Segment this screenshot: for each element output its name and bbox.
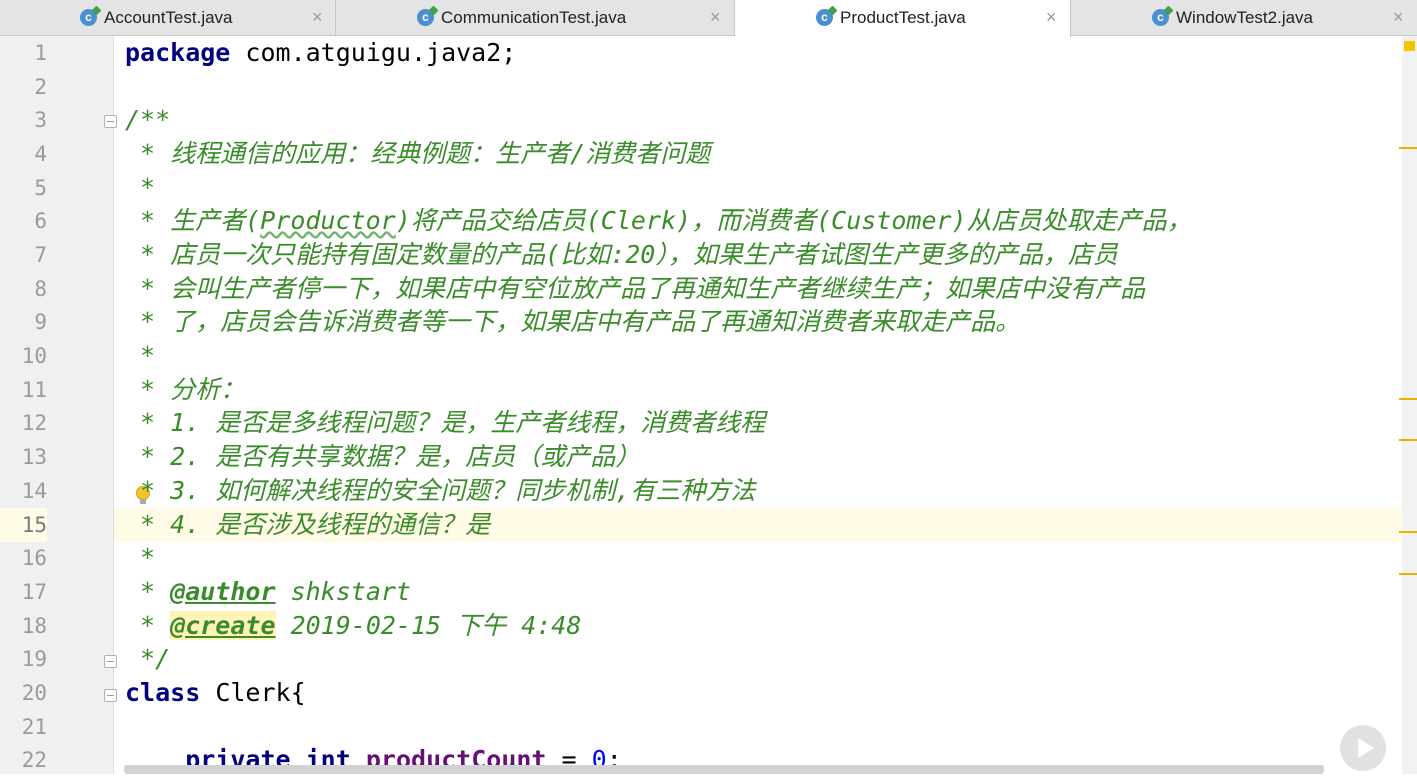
- line-number: 20: [21, 681, 47, 705]
- line-number: 6: [34, 209, 47, 233]
- line-number: 8: [34, 277, 47, 301]
- comment-text: 2019-02-15 下午 4:48: [275, 611, 582, 640]
- code-line-11[interactable]: * 分析：: [125, 373, 245, 407]
- line-number: 2: [34, 75, 47, 99]
- code-line-16[interactable]: *: [125, 541, 155, 575]
- java-class-icon: c: [80, 9, 97, 26]
- comment-text: *: [125, 577, 171, 606]
- javadoc-tag: @create: [170, 611, 276, 640]
- line-number: 10: [21, 344, 47, 368]
- tab-label: ProductTest.java: [840, 8, 966, 27]
- line-number: 13: [21, 445, 47, 469]
- keyword: class: [125, 678, 201, 707]
- fold-toggle-icon[interactable]: [104, 689, 117, 702]
- line-number: 17: [21, 580, 47, 604]
- code-line-14[interactable]: * 3. 如何解决线程的安全问题？同步机制,有三种方法: [125, 474, 755, 508]
- code-line-15[interactable]: * 4. 是否涉及线程的通信？是: [125, 508, 490, 542]
- line-number: 19: [21, 647, 47, 671]
- line-number: 4: [34, 142, 47, 166]
- line-number: 7: [34, 243, 47, 267]
- tab-label: WindowTest2.java: [1176, 8, 1314, 27]
- line-number-gutter[interactable]: 1 2 3 4 5 6 7 8 9 10 11 12 13 14 15 16 1…: [0, 36, 114, 774]
- comment-text: shkstart: [275, 577, 411, 606]
- line-number: 16: [21, 546, 47, 570]
- comment-text: *: [125, 611, 171, 640]
- close-icon[interactable]: ×: [1393, 7, 1404, 28]
- warning-stripe-mark[interactable]: [1399, 439, 1417, 441]
- java-class-icon: c: [816, 9, 833, 26]
- warning-stripe-mark[interactable]: [1399, 147, 1417, 149]
- code-line-17[interactable]: * @author shkstart: [125, 575, 411, 609]
- fold-toggle-icon[interactable]: [104, 655, 117, 668]
- line-number: 18: [21, 614, 47, 638]
- code-line-10[interactable]: *: [125, 339, 155, 373]
- inspection-status-icon[interactable]: [1404, 41, 1415, 51]
- code-line-9[interactable]: * 了，店员会告诉消费者等一下，如果店中有产品了再通知消费者来取走产品。: [125, 305, 1020, 339]
- code-line-6[interactable]: * 生产者(Productor)将产品交给店员(Clerk)，而消费者(Cust…: [125, 204, 1192, 238]
- line-number: 12: [21, 411, 47, 435]
- code-line-1[interactable]: package com.atguigu.java2;: [125, 36, 516, 70]
- tab-window-test2[interactable]: c WindowTest2.java ×: [1071, 0, 1417, 36]
- close-icon[interactable]: ×: [1046, 7, 1057, 28]
- tab-account-test[interactable]: c AccountTest.java ×: [0, 0, 336, 36]
- code-line-5[interactable]: *: [125, 171, 155, 205]
- line-number: 14: [21, 479, 47, 503]
- warning-stripe-mark[interactable]: [1399, 398, 1417, 400]
- code-line-12[interactable]: * 1. 是否是多线程问题？是，生产者线程，消费者线程: [125, 406, 765, 440]
- code-line-8[interactable]: * 会叫生产者停一下，如果店中有空位放产品了再通知生产者继续生产；如果店中没有产…: [125, 272, 1145, 306]
- code-line-3[interactable]: /**: [125, 103, 170, 137]
- code-line-4[interactable]: * 线程通信的应用：经典例题：生产者/消费者问题: [125, 137, 710, 171]
- tab-label: AccountTest.java: [104, 8, 233, 27]
- comment-text: * 生产者(: [125, 206, 261, 235]
- horizontal-scrollbar[interactable]: [124, 765, 1324, 774]
- comment-text: )将产品交给店员(Clerk)，而消费者(Customer)从店员处取走产品，: [395, 206, 1192, 235]
- typo-word: Productor: [260, 206, 396, 235]
- tab-product-test[interactable]: c ProductTest.java ×: [735, 0, 1071, 37]
- java-class-icon: c: [1152, 9, 1169, 26]
- javadoc-tag: @author: [170, 577, 276, 606]
- line-number: 3: [34, 108, 47, 132]
- line-number: 1: [34, 41, 47, 65]
- line-number: 22: [21, 748, 47, 772]
- code-text: Clerk{: [200, 678, 306, 707]
- line-number: 21: [21, 715, 47, 739]
- line-number: 9: [34, 310, 47, 334]
- keyword: package: [125, 38, 231, 67]
- fold-toggle-icon[interactable]: [104, 115, 117, 128]
- line-number: 5: [34, 176, 47, 200]
- tab-label: CommunicationTest.java: [441, 8, 627, 27]
- code-line-19[interactable]: */: [125, 642, 170, 676]
- code-line-18[interactable]: * @create 2019-02-15 下午 4:48: [125, 609, 581, 643]
- line-number-current: 15: [0, 508, 47, 542]
- tab-communication-test[interactable]: c CommunicationTest.java ×: [336, 0, 735, 36]
- close-icon[interactable]: ×: [710, 7, 721, 28]
- close-icon[interactable]: ×: [312, 7, 323, 28]
- code-line-20[interactable]: class Clerk{: [125, 676, 306, 710]
- line-number: 11: [21, 378, 47, 402]
- warning-stripe-mark[interactable]: [1399, 573, 1417, 575]
- warning-stripe-mark[interactable]: [1399, 531, 1417, 533]
- play-icon[interactable]: [1340, 725, 1386, 771]
- code-text: com.atguigu.java2;: [230, 38, 517, 67]
- java-class-icon: c: [417, 9, 434, 26]
- editor-tab-bar: c AccountTest.java × c CommunicationTest…: [0, 0, 1417, 37]
- code-line-7[interactable]: * 店员一次只能持有固定数量的产品(比如:20），如果生产者试图生产更多的产品，…: [125, 238, 1118, 272]
- code-line-13[interactable]: * 2. 是否有共享数据？是，店员（或产品）: [125, 440, 640, 474]
